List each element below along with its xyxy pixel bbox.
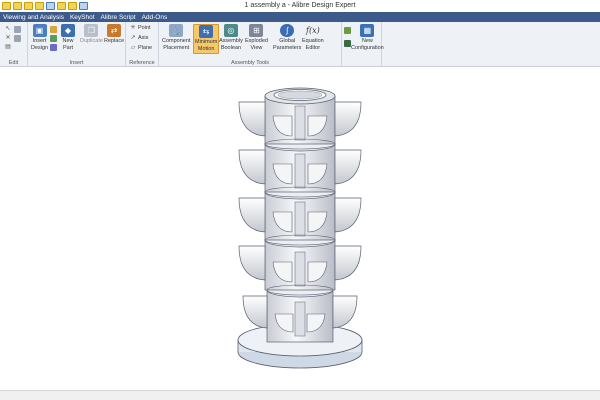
group-insert: ▣ Insert Design ◆ New Part ❐ Duplicate ⇄… <box>28 22 126 67</box>
group-label-assembly-tools: Assembly Tools <box>230 60 270 66</box>
assembly-boolean-icon: ◎ <box>223 24 238 37</box>
global-parameters-icon: ∫ <box>280 24 295 37</box>
select-icon[interactable]: ↖ <box>5 26 11 32</box>
ribbon: ↖ ✕ ▤ Edit ▣ Insert Design ◆ New Part ❐ … <box>0 22 600 67</box>
new-part-button[interactable]: ◆ New Part <box>61 24 75 51</box>
new-configuration-button[interactable]: ▦ New Configuration <box>351 24 384 51</box>
insert-design-button[interactable]: ▣ Insert Design <box>31 24 48 51</box>
menu-bar: Viewing and Analysis KeyShot Alibre Scri… <box>0 12 600 22</box>
minimum-motion-icon: ⇆ <box>199 25 214 38</box>
duplicate-button[interactable]: ❐ Duplicate <box>80 24 103 45</box>
menu-alibre-script[interactable]: Alibre Script <box>101 14 136 21</box>
assembly-boolean-button[interactable]: ◎ Assembly Boolean <box>219 24 243 51</box>
minimum-motion-button[interactable]: ⇆ Minimum Motion <box>193 24 220 54</box>
insert-library-icon[interactable] <box>50 44 57 51</box>
axis-icon: ↗ <box>130 35 136 41</box>
group-edit: ↖ ✕ ▤ Edit <box>0 22 28 67</box>
paste-icon[interactable] <box>14 35 21 42</box>
group-reference: ✳ Point ↗ Axis ▱ Plane Reference <box>126 22 159 67</box>
exploded-view-icon: ⊞ <box>249 24 264 37</box>
replace-button[interactable]: ⇄ Replace <box>104 24 124 45</box>
group-label-reference: Reference <box>129 60 155 66</box>
insert-design-icon: ▣ <box>32 24 47 37</box>
component-placement-icon: ⚓ <box>169 24 184 37</box>
delete-icon[interactable]: ✕ <box>5 35 11 41</box>
equation-editor-button[interactable]: f(x) Equation Editor <box>302 24 324 51</box>
new-part-icon: ◆ <box>61 24 75 37</box>
plane-button[interactable]: ▱ Plane <box>130 45 152 51</box>
insert-part-icon[interactable] <box>50 26 57 33</box>
menu-viewing-and-analysis[interactable]: Viewing and Analysis <box>3 14 64 21</box>
insert-subassembly-icon[interactable] <box>50 35 57 42</box>
group-label-edit: Edit <box>8 60 19 66</box>
copy-icon[interactable] <box>14 26 21 33</box>
group-label-insert: Insert <box>69 60 84 66</box>
point-button[interactable]: ✳ Point <box>130 25 150 31</box>
menu-keyshot[interactable]: KeyShot <box>70 14 95 21</box>
tier-4 <box>238 232 362 296</box>
group-configuration: ▦ New Configuration <box>342 22 384 67</box>
replace-icon: ⇄ <box>107 24 122 37</box>
viewport[interactable] <box>0 67 600 390</box>
component-placement-button[interactable]: ⚓ Component Placement <box>162 24 190 51</box>
global-parameters-button[interactable]: ∫ Global Parameters <box>273 24 301 51</box>
tier-3 <box>238 184 362 246</box>
window-title: 1 assembly a - Alibre Design Expert <box>244 2 356 9</box>
exploded-view-button[interactable]: ⊞ Exploded View <box>245 24 268 51</box>
equation-editor-icon: f(x) <box>306 26 320 35</box>
title-bar: 1 assembly a - Alibre Design Expert <box>0 0 600 12</box>
menu-add-ons[interactable]: Add-Ons <box>142 14 168 21</box>
point-icon: ✳ <box>130 25 136 31</box>
assembly-model[interactable] <box>225 70 375 380</box>
properties-icon[interactable]: ▤ <box>5 44 11 50</box>
new-configuration-icon: ▦ <box>360 24 375 37</box>
group-assembly-tools: ⚓ Component Placement ⇆ Minimum Motion ◎… <box>159 22 342 67</box>
status-bar <box>0 390 600 400</box>
configuration-icon[interactable] <box>344 27 351 34</box>
duplicate-icon: ❐ <box>84 24 99 37</box>
plane-icon: ▱ <box>130 45 136 51</box>
tier-2 <box>238 136 362 198</box>
axis-button[interactable]: ↗ Axis <box>130 35 148 41</box>
configuration-settings-icon[interactable] <box>344 40 351 47</box>
tier-1 <box>238 87 362 150</box>
